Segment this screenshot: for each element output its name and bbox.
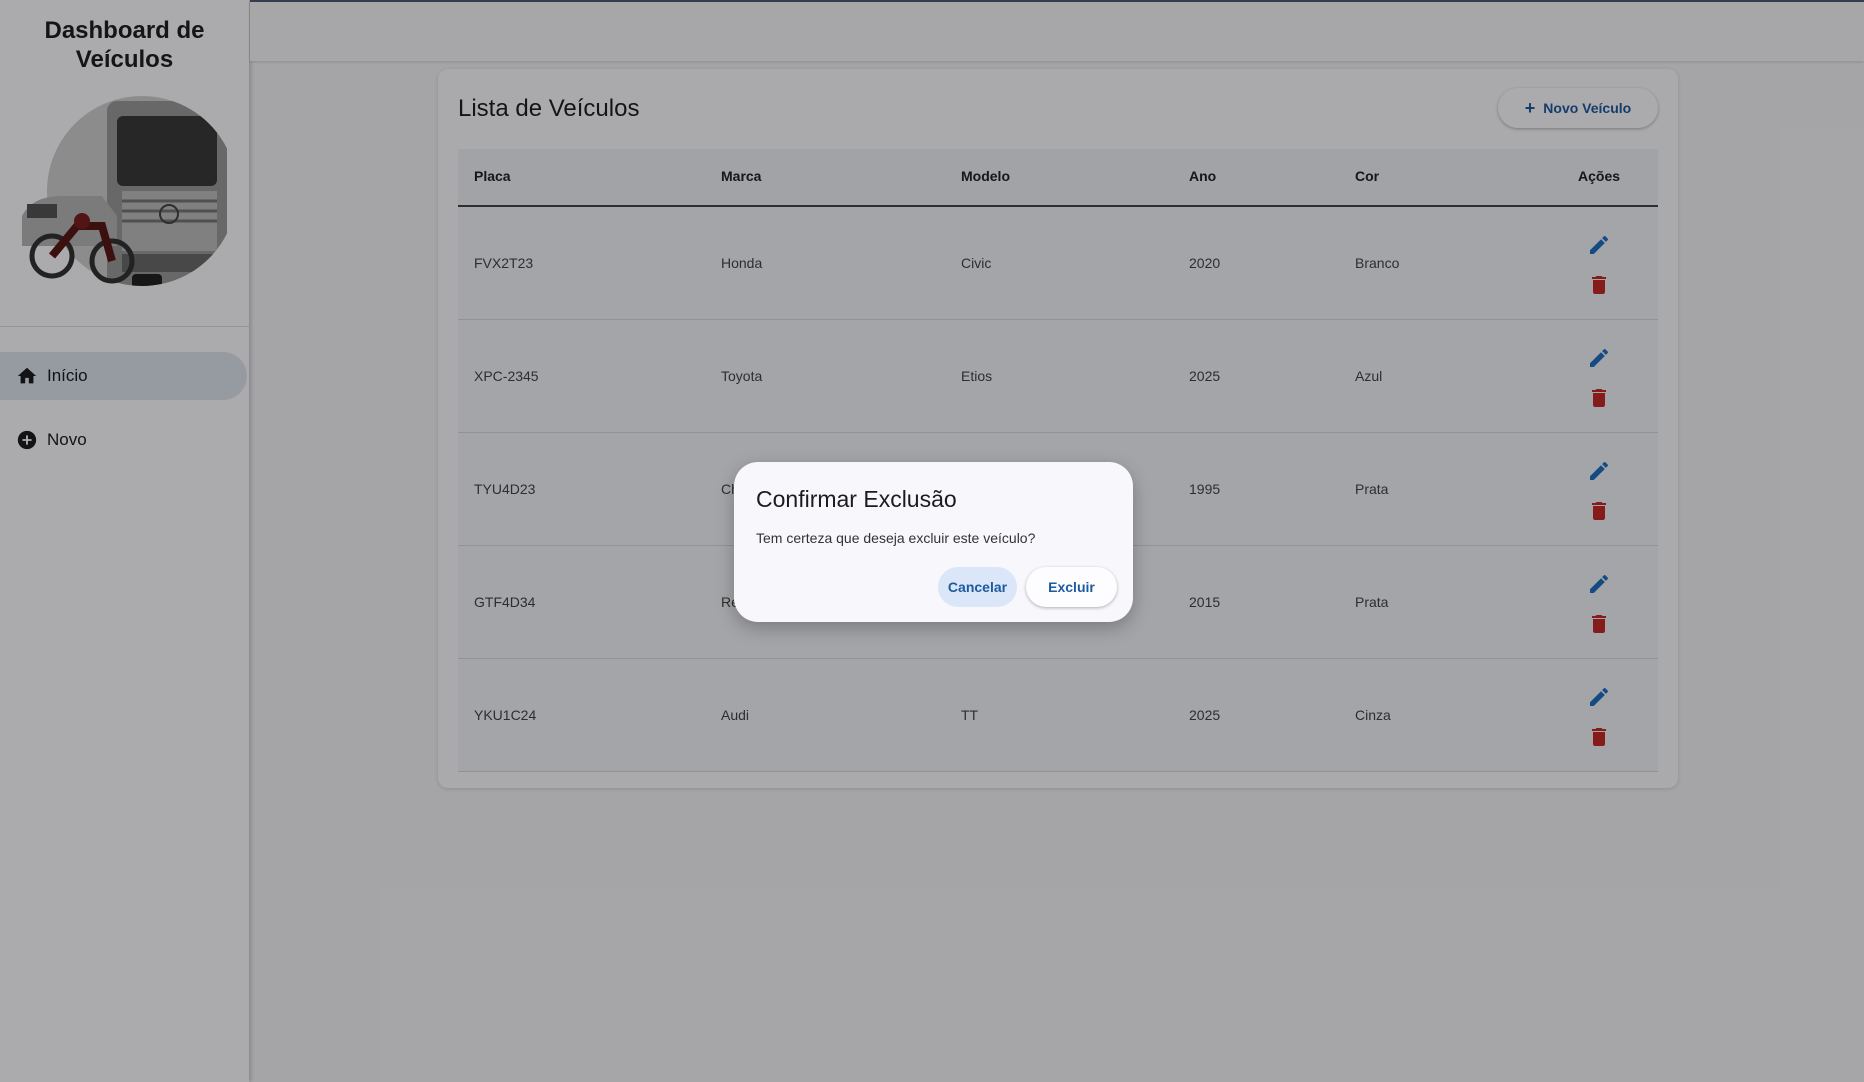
cancel-button[interactable]: Cancelar [938, 567, 1017, 607]
confirm-delete-dialog: Confirmar Exclusão Tem certeza que desej… [734, 462, 1133, 622]
dialog-title: Confirmar Exclusão [756, 486, 957, 512]
dialog-message: Tem certeza que deseja excluir este veíc… [756, 530, 1036, 546]
confirm-delete-button[interactable]: Excluir [1026, 567, 1117, 607]
